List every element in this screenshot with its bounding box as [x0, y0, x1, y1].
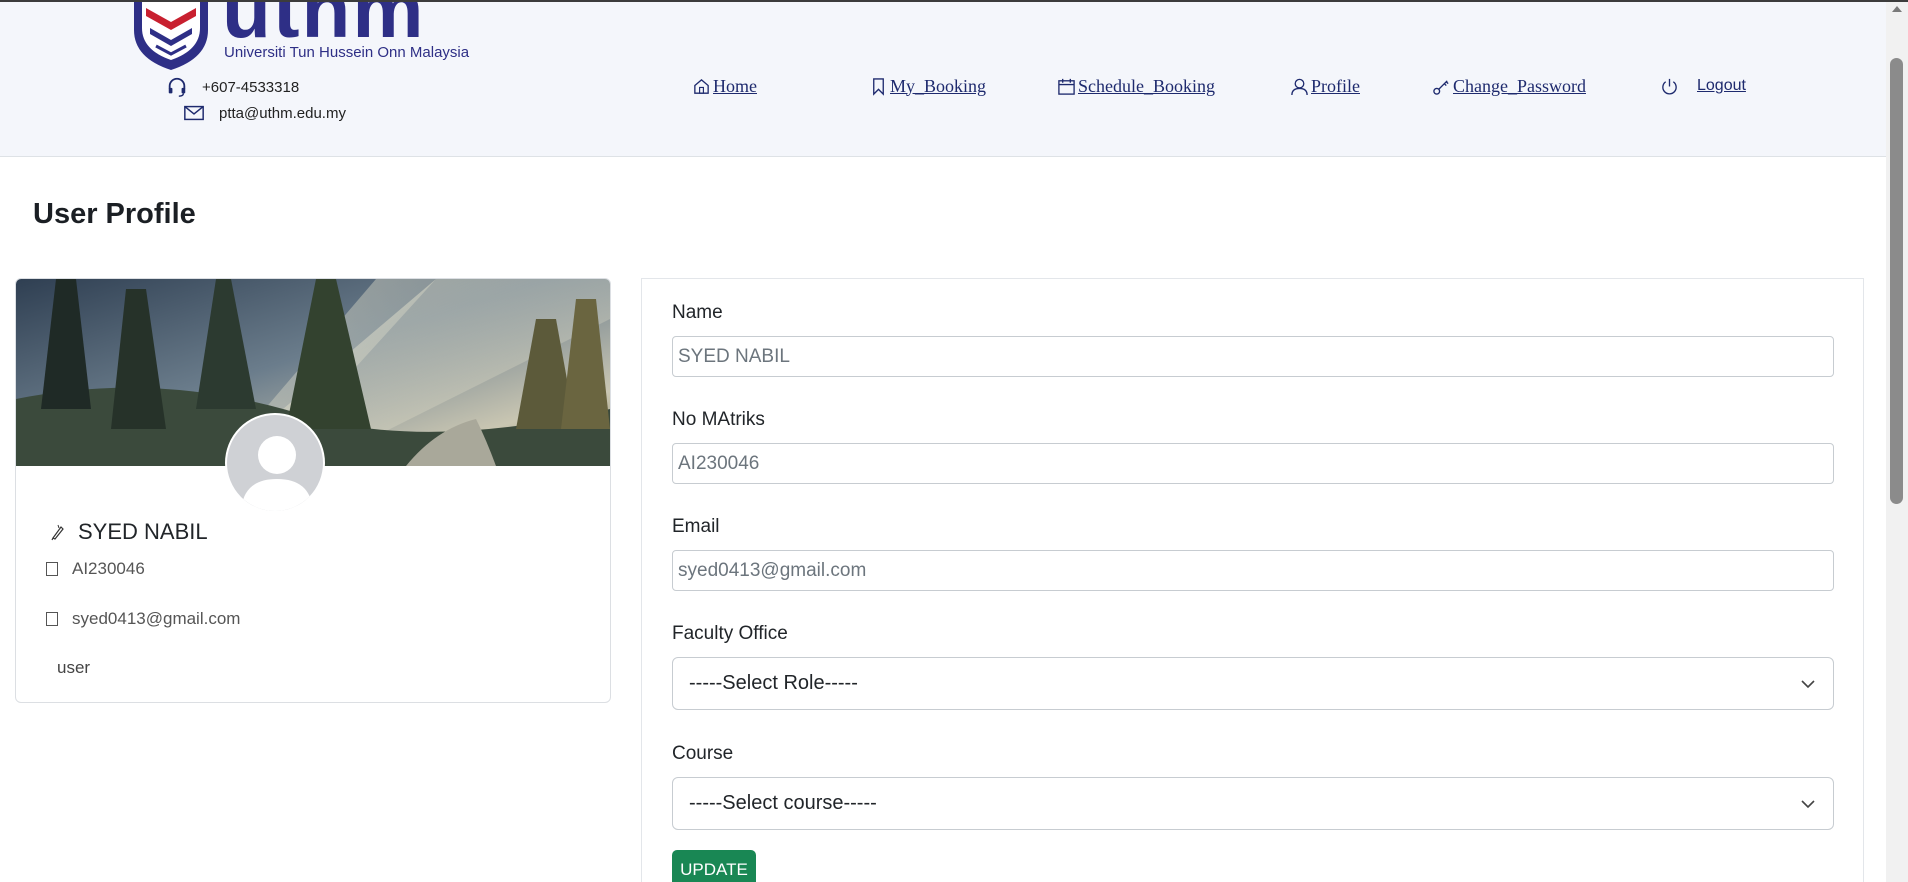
nav-home[interactable]: Home	[692, 74, 757, 98]
profile-form: Name No MAtriks Email Faculty Office ---…	[641, 278, 1864, 882]
site-header: uthm Universiti Tun Hussein Onn Malaysia…	[0, 2, 1886, 157]
nav-schedule-booking[interactable]: Schedule_Booking	[1057, 74, 1215, 98]
scroll-up-arrow-icon[interactable]	[1892, 6, 1902, 12]
headset-icon	[168, 77, 186, 97]
uthm-shield-icon	[134, 2, 208, 70]
nav-logout-link[interactable]: Logout	[1660, 77, 1746, 96]
person-icon	[1291, 78, 1308, 95]
bookmark-icon	[873, 77, 884, 96]
logo-wordmark: uthm	[222, 0, 426, 54]
nav-my-booking[interactable]: My_Booking	[869, 74, 986, 98]
nav-profile-label: Profile	[1311, 75, 1360, 96]
calendar-icon	[1058, 78, 1075, 95]
update-button[interactable]: UPDATE	[672, 850, 756, 882]
house-icon	[694, 78, 709, 94]
card-role: user	[57, 658, 91, 677]
matric-label: No MAtriks	[672, 409, 765, 430]
name-field[interactable]	[672, 336, 1834, 377]
nav-logout-label: Logout	[1697, 77, 1746, 94]
email-field[interactable]	[672, 550, 1834, 591]
mail-icon	[46, 612, 58, 626]
faculty-label: Faculty Office	[672, 623, 788, 644]
card-matric-text: AI230046	[72, 559, 145, 578]
card-matric-row: AI230046	[46, 559, 145, 579]
avatar	[225, 413, 325, 513]
contact-phone: +607-4533318	[166, 76, 299, 98]
vertical-scrollbar[interactable]	[1886, 2, 1908, 882]
envelope-icon	[184, 105, 204, 121]
profile-card: SYED NABIL AI230046 syed0413@gmail.com u…	[15, 278, 611, 703]
card-email-row: syed0413@gmail.com	[46, 609, 240, 629]
nav-profile-link[interactable]: Profile	[1290, 76, 1360, 97]
nav-home-label: Home	[713, 75, 757, 96]
chevron-down-icon	[1801, 799, 1815, 808]
nav-change-password[interactable]: Change_Password	[1432, 74, 1586, 98]
nav-schedule-booking-label: Schedule_Booking	[1078, 75, 1215, 96]
course-select[interactable]: -----Select course-----	[672, 777, 1834, 830]
card-name-text: SYED NABIL	[78, 519, 208, 544]
course-selected-value: -----Select course-----	[689, 792, 877, 814]
scrollbar-thumb[interactable]	[1890, 58, 1903, 504]
matric-field[interactable]	[672, 443, 1834, 484]
nav-my-booking-label: My_Booking	[890, 75, 987, 96]
pen-icon	[51, 524, 64, 541]
faculty-select[interactable]: -----Select Role-----	[672, 657, 1834, 710]
default-avatar-icon	[241, 436, 313, 511]
page-title: User Profile	[33, 198, 196, 230]
faculty-selected-value: -----Select Role-----	[689, 672, 858, 694]
nav-profile[interactable]: Profile	[1290, 74, 1360, 98]
browser-viewport: uthm Universiti Tun Hussein Onn Malaysia…	[0, 0, 1908, 882]
course-label: Course	[672, 743, 734, 764]
nav-change-password-link[interactable]: Change_Password	[1432, 76, 1586, 97]
power-icon	[1662, 78, 1677, 95]
card-user-name: SYED NABIL	[50, 519, 208, 545]
name-label: Name	[672, 302, 723, 323]
id-card-icon	[46, 562, 58, 576]
nav-change-password-label: Change_Password	[1453, 75, 1586, 96]
chevron-down-icon	[1801, 679, 1815, 688]
email-label: Email	[672, 516, 720, 537]
nav-home-link[interactable]: Home	[692, 76, 757, 97]
card-email-text: syed0413@gmail.com	[72, 609, 241, 628]
key-icon	[1433, 79, 1449, 95]
logo-subtitle: Universiti Tun Hussein Onn Malaysia	[224, 44, 470, 61]
email-address: ptta@uthm.edu.my	[219, 104, 346, 122]
phone-number: +607-4533318	[202, 78, 300, 96]
uthm-logo[interactable]: uthm Universiti Tun Hussein Onn Malaysia	[130, 0, 510, 70]
contact-email: ptta@uthm.edu.my	[183, 102, 346, 124]
nav-logout[interactable]: Logout	[1660, 74, 1746, 98]
nav-schedule-booking-link[interactable]: Schedule_Booking	[1057, 76, 1215, 97]
nav-my-booking-link[interactable]: My_Booking	[869, 76, 986, 97]
